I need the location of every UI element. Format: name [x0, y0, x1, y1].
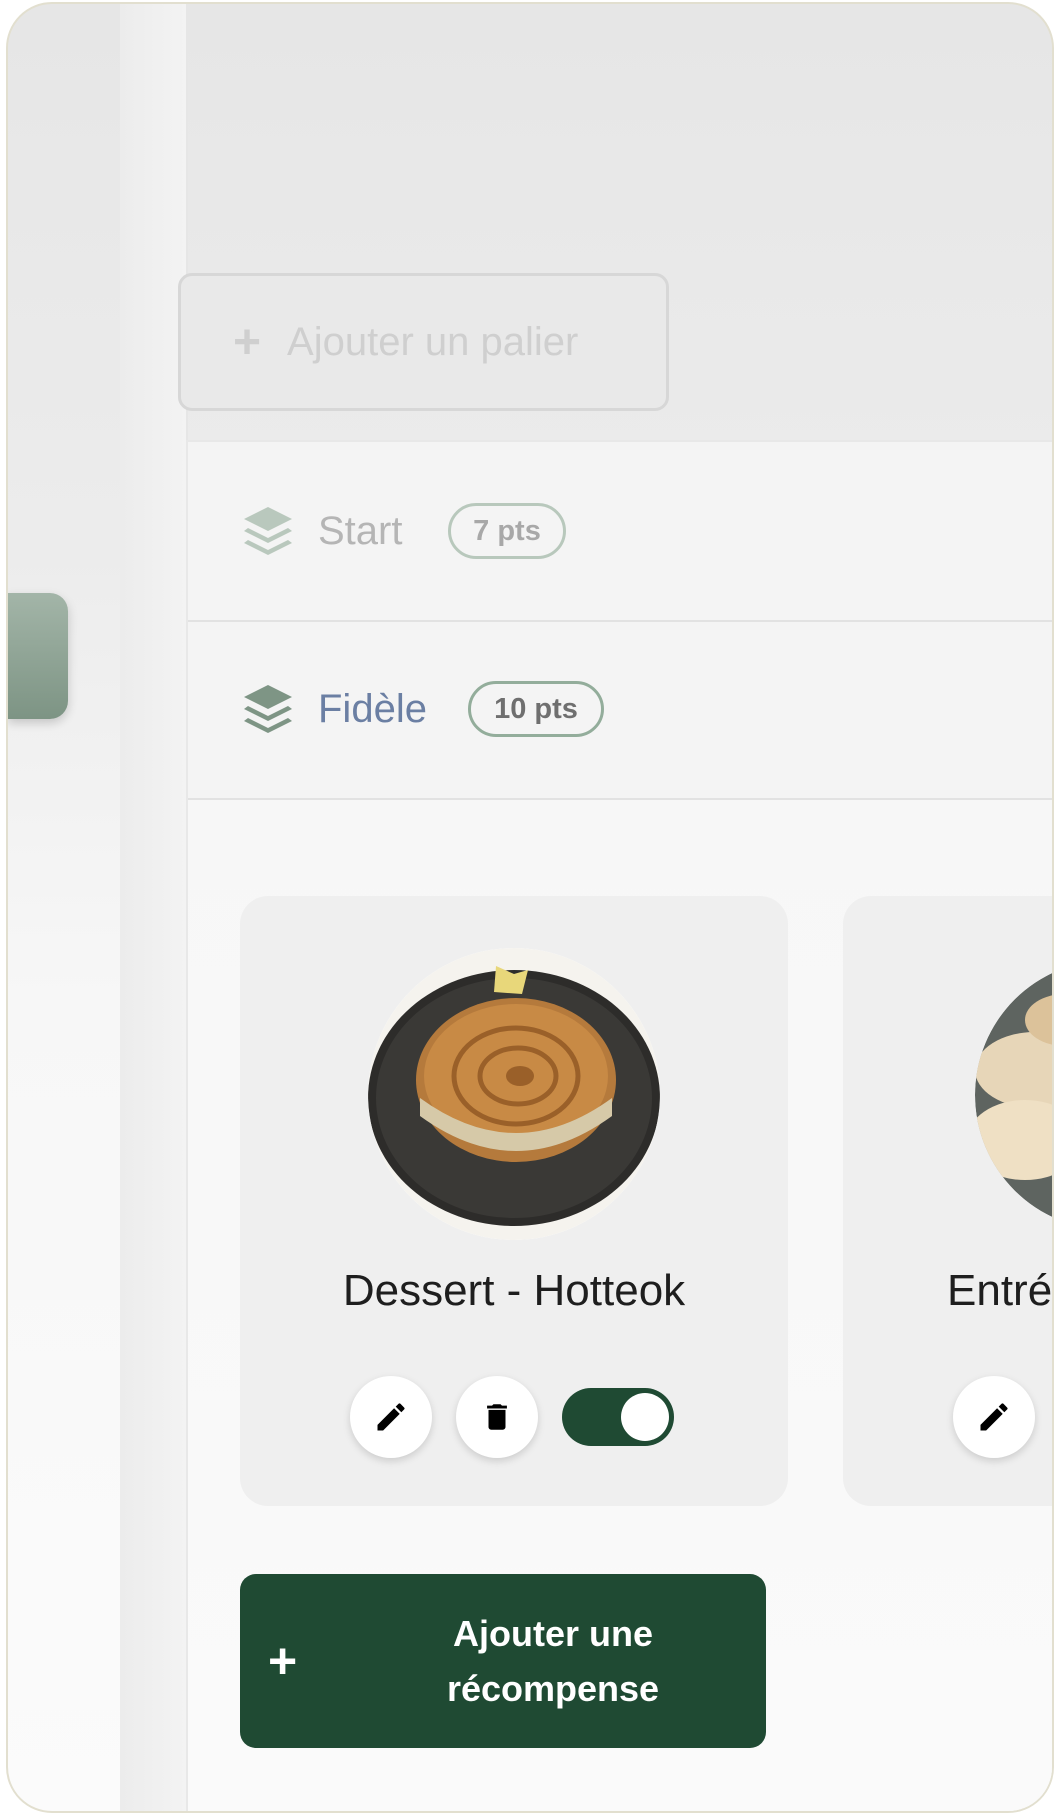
- edit-button[interactable]: [350, 1376, 432, 1458]
- toggle-knob: [621, 1393, 669, 1441]
- side-tab-handle[interactable]: [8, 593, 68, 719]
- points-badge: 10 pts: [468, 681, 604, 737]
- reward-title: Dessert - Hotteok: [342, 1266, 686, 1315]
- add-tier-button[interactable]: + Ajouter un palier: [178, 273, 669, 411]
- app-window: + Ajouter un palier Start 7 pts Fidèle 1…: [6, 2, 1054, 1813]
- reward-card: Dessert - Hotteok: [240, 896, 788, 1506]
- pencil-icon: [980, 1403, 1008, 1431]
- layers-icon: [244, 507, 292, 555]
- delete-button[interactable]: [456, 1376, 538, 1458]
- layers-icon: [244, 685, 292, 733]
- plus-icon: +: [233, 315, 262, 369]
- tier-name: Start: [318, 508, 403, 553]
- hotteok-photo: [368, 948, 660, 1240]
- points-badge: 7 pts: [448, 503, 566, 559]
- left-rail: [120, 4, 188, 1811]
- reward-card: Entré: [843, 896, 1053, 1506]
- reward-title: Entré: [947, 1266, 1053, 1315]
- edit-button[interactable]: [953, 1376, 1035, 1458]
- add-tier-label: Ajouter un palier: [287, 319, 579, 364]
- pencil-icon: [377, 1403, 405, 1431]
- plus-icon: +: [268, 1633, 298, 1689]
- active-toggle[interactable]: [562, 1388, 674, 1446]
- tier-row-start[interactable]: Start 7 pts: [188, 442, 1052, 622]
- trash-icon: [487, 1404, 507, 1430]
- dumplings-photo: [975, 960, 1052, 1230]
- tier-name: Fidèle: [318, 686, 427, 731]
- add-reward-label: Ajouter une récompense: [446, 1613, 660, 1709]
- add-reward-button[interactable]: + Ajouter une récompense: [240, 1574, 766, 1748]
- tier-row-fidele[interactable]: Fidèle 10 pts: [188, 620, 1052, 800]
